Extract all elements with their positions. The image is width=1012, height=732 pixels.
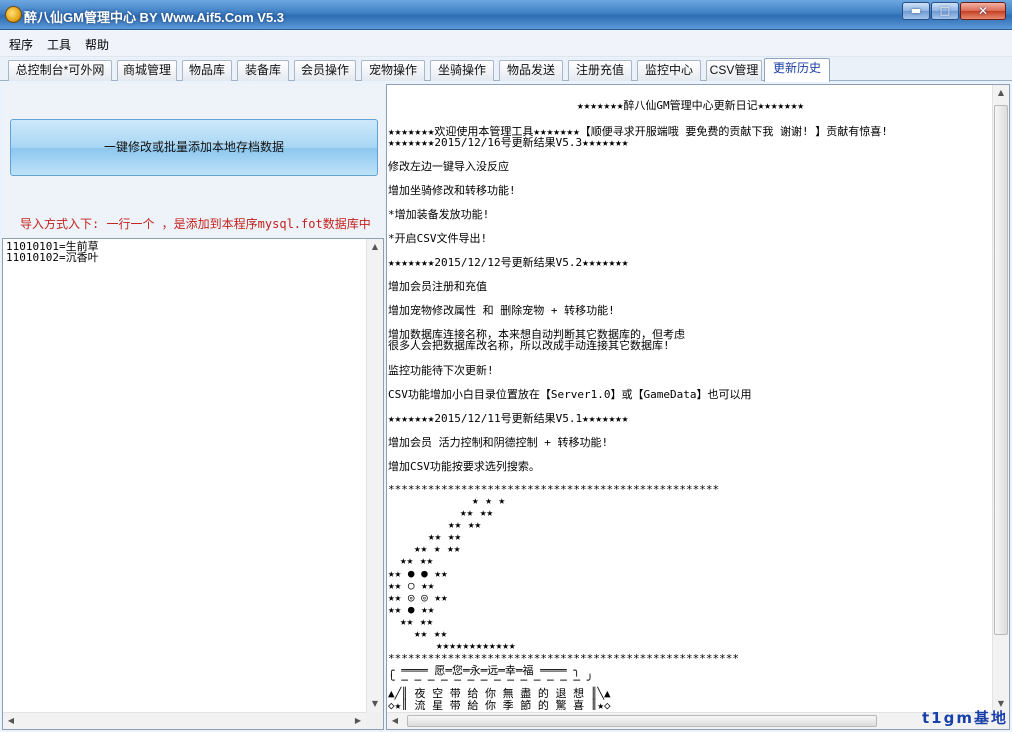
scroll-thumb[interactable] [994, 105, 1008, 635]
log-line: ★★★★★★★2015/12/12号更新结果V5.2★★★★★★★ [388, 256, 629, 269]
left-panel: 一键修改或批量添加本地存档数据 导入方式入下: 一行一个 ，是添加到本程序mys… [2, 84, 384, 730]
textarea-content: 11010101=生前草 11010102=沉香叶 [6, 241, 99, 263]
art-line: ◇★║ 流 星 带 給 你 季 節 的 驚 喜 ║★◇ [388, 699, 611, 710]
tab-console[interactable]: 总控制台*可外网 [8, 60, 112, 81]
log-line: 监控功能待下次更新! [388, 364, 494, 377]
log-heading: ★★★★★★★醉八仙GM管理中心更新日记★★★★★★★ [577, 99, 804, 112]
menu-bar: 程序 工具 帮助 [0, 30, 1012, 57]
menu-help[interactable]: 帮助 [85, 36, 109, 53]
scroll-left-icon[interactable]: ◀ [3, 713, 19, 729]
tab-register-recharge[interactable]: 注册充值 [568, 60, 632, 81]
update-log: ★★★★★★★醉八仙GM管理中心更新日记★★★★★★★ ★★★★★★★欢迎使用本… [388, 85, 993, 710]
tab-mall[interactable]: 商城管理 [117, 60, 177, 81]
log-line: CSV功能增加小白目录位置放在【Server1.0】或【GameData】也可以… [388, 388, 752, 401]
art-line: ★★★★★★★★★★★★ [436, 639, 516, 652]
tab-csv[interactable]: CSV管理 [706, 60, 762, 81]
log-line: *增加装备发放功能! [388, 208, 490, 221]
log-horizontal-scrollbar[interactable]: ◀ ▶ [387, 712, 992, 729]
batch-import-button[interactable]: 一键修改或批量添加本地存档数据 [10, 119, 378, 176]
log-line: ★★★★★★★2015/12/16号更新结果V5.3★★★★★★★ [388, 136, 629, 149]
scroll-left-icon[interactable]: ◀ [387, 713, 403, 729]
log-line: 增加会员注册和充值 [388, 280, 487, 293]
textarea-line: 11010102=沉香叶 [6, 251, 99, 264]
left-horizontal-scrollbar[interactable]: ◀ ▶ [3, 712, 366, 729]
scroll-up-icon[interactable]: ▲ [993, 85, 1009, 101]
scroll-thumb[interactable] [407, 715, 877, 727]
left-vertical-scrollbar[interactable]: ▲ ▼ [366, 239, 383, 712]
tab-mounts[interactable]: 坐骑操作 [430, 60, 494, 81]
log-line: 增加坐骑修改和转移功能! [388, 184, 516, 197]
art-line: ★★ ★★ [400, 554, 434, 567]
tab-update-history[interactable]: 更新历史 [764, 58, 830, 82]
log-line: 修改左边一键导入没反应 [388, 160, 509, 173]
scroll-up-icon[interactable]: ▲ [367, 239, 383, 255]
window-title: 醉八仙GM管理中心 BY Www.Aif5.Com V5.3 [24, 10, 285, 25]
menu-program[interactable]: 程序 [9, 36, 33, 53]
tab-monitor[interactable]: 监控中心 [637, 60, 701, 81]
log-line: 增加宠物修改属性 和 删除宠物 + 转移功能! [388, 304, 615, 317]
maximize-button[interactable]: □ [931, 2, 959, 20]
import-textarea[interactable]: 11010101=生前草 11010102=沉香叶 ▲ ▼ ◀ ▶ [2, 238, 384, 730]
log-line: ★★★★★★★2015/12/11号更新结果V5.1★★★★★★★ [388, 412, 629, 425]
tab-equipment[interactable]: 装备库 [237, 60, 289, 81]
title-bar[interactable]: 醉八仙GM管理中心 BY Www.Aif5.Com V5.3 ▬ □ ✕ [0, 0, 1012, 30]
watermark-logo: t1gm基地 [922, 709, 1008, 727]
log-line: 增加会员 活力控制和阴德控制 + 转移功能! [388, 436, 609, 449]
close-button[interactable]: ✕ [960, 2, 1006, 20]
scroll-down-icon[interactable]: ▼ [367, 696, 383, 712]
tab-members[interactable]: 会员操作 [294, 60, 356, 81]
minimize-button[interactable]: ▬ [902, 2, 930, 20]
log-vertical-scrollbar[interactable]: ▲ ▼ [992, 85, 1009, 712]
scroll-corner [366, 712, 383, 729]
log-line: *开启CSV文件导出! [388, 232, 488, 245]
tab-send-items[interactable]: 物品发送 [499, 60, 563, 81]
tab-items[interactable]: 物品库 [182, 60, 232, 81]
window-controls: ▬ □ ✕ [901, 2, 1006, 20]
log-line: 增加CSV功能按要求选列搜索。 [388, 460, 540, 473]
menu-tools[interactable]: 工具 [47, 36, 71, 53]
import-hint: 导入方式入下: 一行一个 ，是添加到本程序mysql.fot数据库中 [20, 217, 371, 231]
tab-pets[interactable]: 宠物操作 [361, 60, 425, 81]
log-line: 很多人会把数据库改名称，所以改成手动连接其它数据库! [388, 339, 670, 352]
app-smiley-icon [5, 6, 22, 23]
tab-bar: 总控制台*可外网 商城管理 物品库 装备库 会员操作 宠物操作 坐骑操作 物品发… [0, 57, 1012, 82]
update-log-panel[interactable]: ★★★★★★★醉八仙GM管理中心更新日记★★★★★★★ ★★★★★★★欢迎使用本… [386, 84, 1010, 730]
log-separator: ****************************************… [388, 483, 720, 496]
scroll-right-icon[interactable]: ▶ [350, 713, 366, 729]
